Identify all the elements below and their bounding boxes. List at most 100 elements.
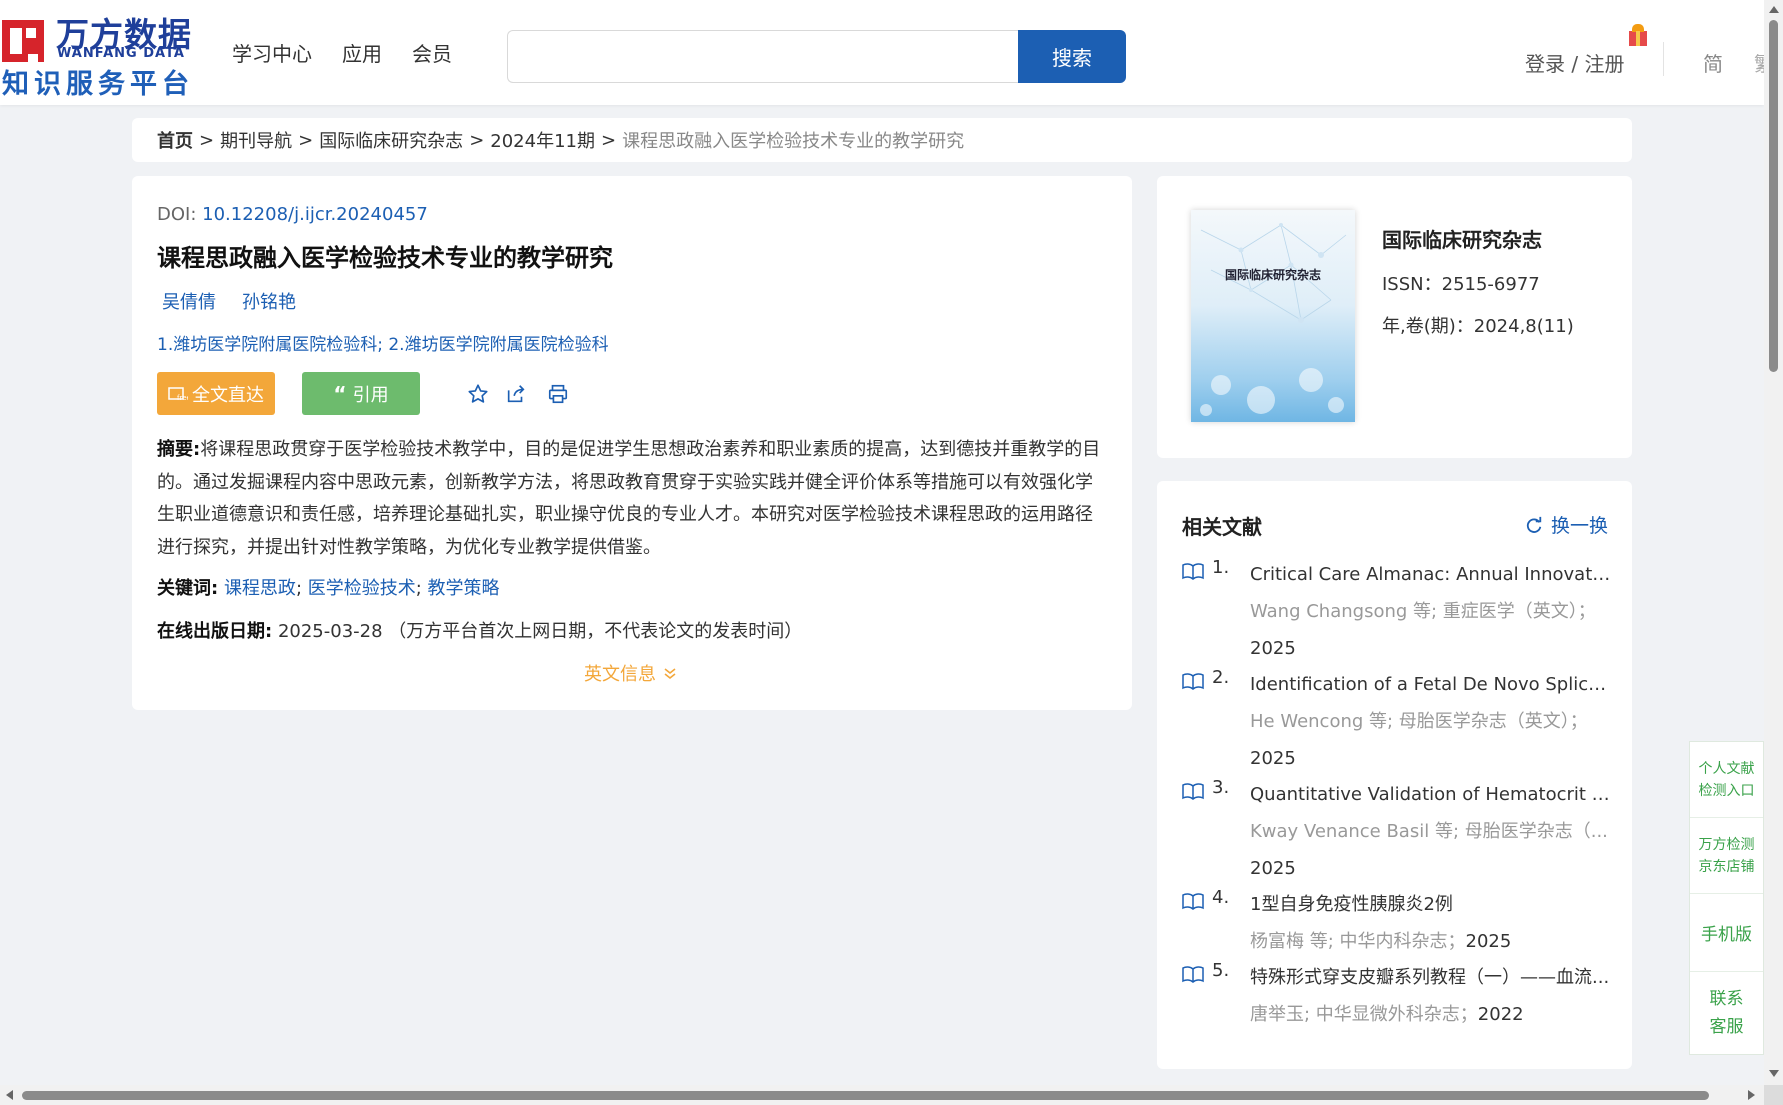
related-meta: He Wencong 等; 母胎医学杂志（英文）； [1250,711,1588,732]
related-year: 2022 [1477,1004,1524,1025]
nav-item-membership[interactable]: 会员 [412,38,452,67]
main-nav: 学习中心 应用 会员 [232,38,452,67]
author-list: 吴倩倩 孙铭艳 [162,288,296,314]
journal-name[interactable]: 国际临床研究杂志 [1382,224,1542,253]
affiliations[interactable]: 1.潍坊医学院附属医院检验科; 2.潍坊医学院附属医院检验科 [157,330,609,355]
english-info-label: 英文信息 [584,664,656,685]
doi-link[interactable]: 10.12208/j.ijcr.20240457 [202,204,428,225]
related-year: 2025 [1250,638,1296,659]
related-year: 2025 [1250,858,1296,879]
floating-side-panel: 个人文献检测入口 万方检测京东店铺 手机版 联系 客服 [1689,741,1764,1055]
related-meta: 杨富梅 等; 中华内科杂志；2025 [1250,923,1612,960]
refresh-button[interactable]: 换一换 [1525,511,1608,538]
related-meta-text: 唐举玉; 中华显微外科杂志； [1250,1004,1478,1025]
login-register-link[interactable]: 登录 / 注册 [1525,48,1624,77]
scroll-up-arrow-icon[interactable] [1769,6,1779,13]
wanfang-logo[interactable]: 万方数据 WANFANG DATA 知识服务平台 [0,8,191,100]
cite-button[interactable]: “ 引用 [302,372,420,415]
side-line: 万方检测 [1698,836,1755,853]
scroll-down-arrow-icon[interactable] [1769,1070,1779,1077]
related-title: 相关文献 [1182,515,1262,539]
related-meta: Wang Changsong 等; 重症医学（英文）； [1250,601,1596,622]
favorite-star-icon[interactable] [464,380,492,408]
horizontal-scrollbar[interactable] [0,1085,1764,1105]
fulltext-button[interactable]: free 全文直达 [157,372,275,415]
top-header: 万方数据 WANFANG DATA 知识服务平台 学习中心 应用 会员 搜索 登… [0,0,1764,105]
customer-service-entry[interactable]: 联系 客服 [1690,972,1763,1054]
abstract: 摘要:将课程思政贯穿于医学检验技术教学中，目的是促进学生思想政治素养和职业素质的… [157,434,1107,564]
cover-title: 国际临床研究杂志 [1224,268,1321,282]
side-line: 京东店铺 [1698,858,1755,875]
pubdate-value: 2025-03-28 [277,621,383,642]
related-num: 4. [1212,887,1230,908]
english-info-toggle[interactable]: 英文信息 [584,660,678,686]
fulltext-label: 全文直达 [192,384,264,406]
side-line: 个人文献 [1698,760,1755,777]
related-meta-text: 杨富梅 等; 中华内科杂志； [1250,931,1466,952]
personal-check-entry[interactable]: 个人文献 检测入口 [1690,742,1763,818]
horizontal-scroll-thumb[interactable] [22,1091,1709,1100]
volume-value: 2024,8(11) [1473,316,1574,337]
logo-en: WANFANG DATA [57,46,185,61]
lang-traditional[interactable]: 繁 [1754,48,1764,77]
quote-icon: “ [333,381,347,406]
related-title-link[interactable]: Critical Care Almanac: Annual Innovation… [1250,557,1612,593]
nav-item-apps[interactable]: 应用 [342,38,382,67]
jd-store-entry[interactable]: 万方检测 京东店铺 [1690,818,1763,894]
breadcrumb-issue[interactable]: 2024年11期 [490,127,595,153]
nav-item-learning-center[interactable]: 学习中心 [232,38,312,67]
search-button[interactable]: 搜索 [1018,30,1126,83]
keyword-link[interactable]: 医学检验技术 [308,578,416,599]
vertical-scroll-thumb[interactable] [1769,20,1778,372]
related-title-link[interactable]: Identification of a Fetal De Novo Splice… [1250,667,1612,703]
related-num: 5. [1212,960,1230,981]
journal-volume: 年,卷(期)：2024,8(11) [1382,312,1574,338]
share-icon[interactable] [502,380,530,408]
cite-label: 引用 [352,384,389,406]
mobile-version-entry[interactable]: 手机版 [1690,894,1763,972]
keyword-link[interactable]: 课程思政 [224,578,296,599]
header-divider [1663,42,1664,76]
breadcrumb: 首页 > 期刊导航 > 国际临床研究杂志 > 2024年11期 > 课程思政融入… [132,118,1632,162]
side-line: 联系 [1709,989,1744,1009]
related-year: 2025 [1465,931,1512,952]
related-title-link[interactable]: 1型自身免疫性胰腺炎2例 [1250,887,1612,923]
doi-label: DOI: [157,204,197,225]
scroll-right-arrow-icon[interactable] [1748,1090,1755,1100]
lang-simplified[interactable]: 简 [1703,48,1723,77]
vertical-scrollbar[interactable] [1764,0,1783,1105]
journal-cover[interactable]: 国际临床研究杂志 [1191,210,1355,422]
related-title-link[interactable]: 特殊形式穿支皮瓣系列教程（一）——血流... [1250,960,1612,996]
author-link[interactable]: 孙铭艳 [242,288,296,314]
print-icon[interactable] [544,380,572,408]
doi-line: DOI: 10.12208/j.ijcr.20240457 [157,204,428,225]
online-pub-date: 在线出版日期: 2025-03-28 （万方平台首次上网日期，不代表论文的发表时… [157,617,802,643]
gift-icon[interactable] [1627,23,1649,47]
related-item: 5. 特殊形式穿支皮瓣系列教程（一）——血流... 唐举玉; 中华显微外科杂志；… [1182,960,1612,1033]
book-icon [1182,893,1204,910]
cover-network-graphic [1200,223,1347,416]
refresh-label: 换一换 [1551,515,1609,537]
breadcrumb-journal[interactable]: 国际临床研究杂志 [319,127,463,153]
breadcrumb-journal-nav[interactable]: 期刊导航 [220,127,292,153]
related-item: 2. Identification of a Fetal De Novo Spl… [1182,667,1612,777]
breadcrumb-separator: > [469,129,485,151]
related-title-link[interactable]: Quantitative Validation of Hematocrit Pe… [1250,777,1612,813]
abstract-text: 将课程思政贯穿于医学检验技术教学中，目的是促进学生思想政治素养和职业素质的提高，… [157,439,1101,558]
journal-card: 国际临床研究杂志 国际临床研究杂志 ISSN：2515-6977 年,卷(期)：… [1157,176,1632,458]
book-icon [1182,563,1204,580]
keywords-label: 关键词: [157,578,219,599]
scroll-left-arrow-icon[interactable] [6,1090,13,1100]
book-icon [1182,966,1204,983]
pubdate-label: 在线出版日期: [157,621,273,642]
svg-text:free: free [177,394,188,402]
keyword-link[interactable]: 教学策略 [428,578,500,599]
author-link[interactable]: 吴倩倩 [162,288,216,314]
breadcrumb-home[interactable]: 首页 [157,127,193,153]
breadcrumb-separator: > [298,129,314,151]
related-item: 3. Quantitative Validation of Hematocrit… [1182,777,1612,887]
volume-label: 年,卷(期)： [1382,316,1474,337]
issn-value: 2515-6977 [1441,274,1540,295]
side-line: 检测入口 [1698,782,1755,799]
search-input[interactable] [507,30,1019,83]
